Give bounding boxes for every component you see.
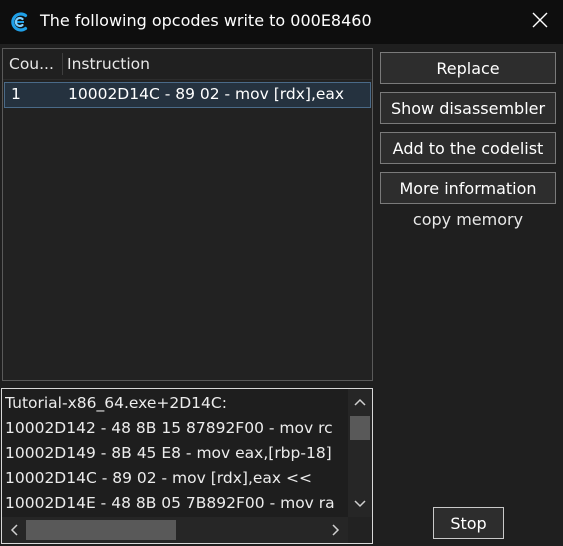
scroll-right-arrow-icon[interactable] bbox=[324, 517, 348, 543]
scroll-down-arrow-icon[interactable] bbox=[348, 493, 372, 515]
vertical-scroll-thumb[interactable] bbox=[350, 416, 370, 440]
scroll-left-arrow-icon[interactable] bbox=[2, 517, 26, 543]
column-header-instruction[interactable]: Instruction bbox=[67, 49, 357, 79]
close-button[interactable] bbox=[517, 0, 563, 44]
cheat-engine-icon bbox=[8, 10, 32, 34]
replace-button[interactable]: Replace bbox=[380, 52, 556, 84]
copy-memory-label[interactable]: copy memory bbox=[380, 208, 556, 232]
horizontal-scrollbar[interactable] bbox=[2, 517, 348, 543]
column-divider[interactable] bbox=[62, 53, 63, 75]
disassembly-line: 10002D142 - 48 8B 15 87892F00 - mov rc bbox=[5, 419, 333, 437]
splitter-handle[interactable] bbox=[164, 382, 208, 396]
title-bar: The following opcodes write to 000E8460 bbox=[0, 0, 563, 44]
disassembly-line: 10002D149 - 8B 45 E8 - mov eax,[rbp-18] bbox=[5, 444, 332, 462]
disassembly-lines: Tutorial-x86_64.exe+2D14C: 10002D142 - 4… bbox=[5, 391, 345, 516]
close-icon bbox=[532, 12, 548, 32]
vertical-scrollbar[interactable] bbox=[348, 389, 372, 517]
add-to-codelist-button[interactable]: Add to the codelist bbox=[380, 132, 556, 164]
list-row[interactable]: 1 10002D14C - 89 02 - mov [rdx],eax bbox=[4, 82, 371, 108]
row-count-cell: 1 bbox=[11, 85, 21, 103]
disassembly-line: Tutorial-x86_64.exe+2D14C: bbox=[5, 394, 227, 412]
opcode-list[interactable]: Cou... Instruction 1 10002D14C - 89 02 -… bbox=[2, 48, 373, 381]
disassembly-panel[interactable]: Tutorial-x86_64.exe+2D14C: 10002D142 - 4… bbox=[1, 388, 373, 544]
scrollbar-corner bbox=[348, 517, 372, 543]
list-header: Cou... Instruction bbox=[3, 49, 372, 80]
stop-button[interactable]: Stop bbox=[433, 507, 504, 539]
scroll-up-arrow-icon[interactable] bbox=[348, 391, 372, 413]
row-instruction-cell: 10002D14C - 89 02 - mov [rdx],eax bbox=[68, 85, 345, 103]
more-information-button[interactable]: More information bbox=[380, 172, 556, 204]
disassembly-line: 10002D14E - 48 8B 05 7B892F00 - mov ra bbox=[5, 494, 335, 512]
disassembly-line: 10002D14C - 89 02 - mov [rdx],eax << bbox=[5, 469, 312, 487]
show-disassembler-button[interactable]: Show disassembler bbox=[380, 92, 556, 124]
horizontal-scroll-thumb[interactable] bbox=[26, 520, 176, 540]
column-header-count[interactable]: Cou... bbox=[9, 49, 59, 79]
window-title: The following opcodes write to 000E8460 bbox=[40, 11, 372, 30]
